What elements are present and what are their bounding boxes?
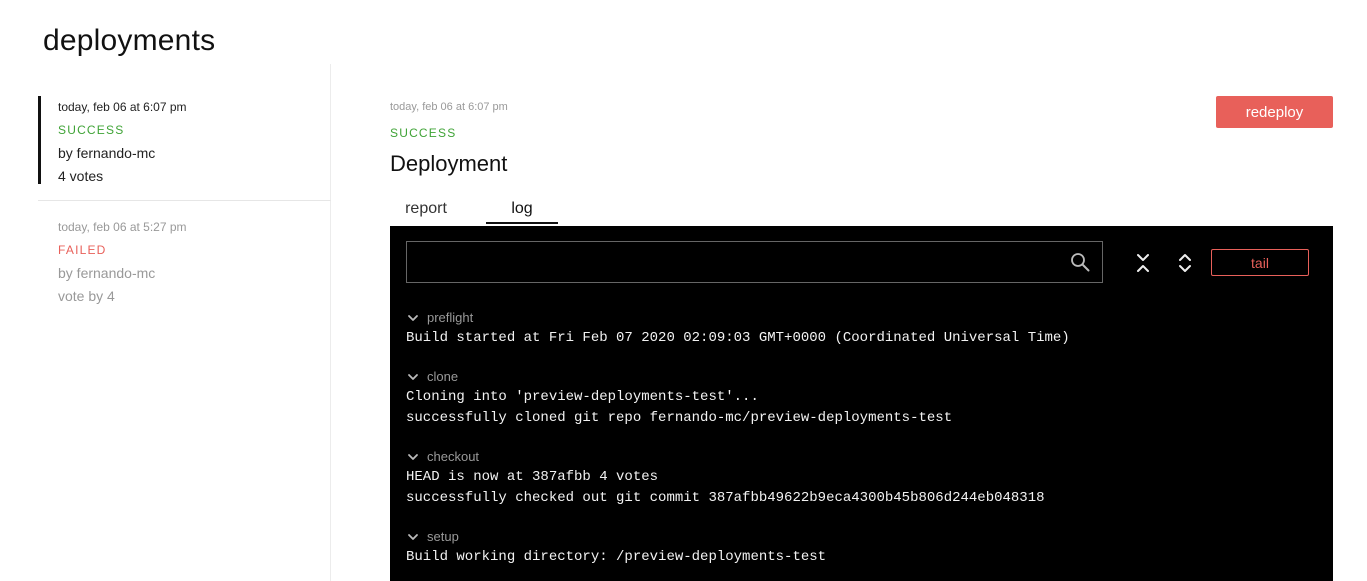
redeploy-button[interactable]: redeploy: [1216, 96, 1333, 128]
chevron-down-icon: [408, 315, 418, 321]
deployment-list-item[interactable]: today, feb 06 at 6:07 pm SUCCESS by fern…: [38, 96, 331, 184]
log-section-checkout: checkout HEAD is now at 387afbb 4 votes …: [406, 447, 1045, 509]
deployment-status: SUCCESS: [58, 123, 125, 137]
log-search-box: [406, 241, 1103, 283]
log-section-setup: setup Build working directory: /preview-…: [406, 527, 826, 568]
log-line: successfully checked out git commit 387a…: [406, 490, 1045, 506]
log-console: tail preflight Build started at Fri Feb …: [390, 226, 1333, 581]
deployment-author: by fernando-mc: [58, 145, 156, 161]
deployment-time: today, feb 06 at 5:27 pm: [58, 220, 187, 234]
deployment-time: today, feb 06 at 6:07 pm: [58, 100, 187, 114]
deployment-status: FAILED: [58, 243, 107, 257]
log-line: HEAD is now at 387afbb 4 votes: [406, 469, 659, 485]
log-line: Build started at Fri Feb 07 2020 02:09:0…: [406, 330, 1070, 346]
log-section-title: checkout: [427, 449, 480, 464]
log-search-input[interactable]: [407, 242, 1057, 282]
tail-button[interactable]: tail: [1211, 249, 1309, 276]
log-line: successfully cloned git repo fernando-mc…: [406, 410, 953, 426]
chevron-down-icon: [408, 374, 418, 380]
expand-all-icon[interactable]: [1175, 252, 1195, 274]
deployment-votes: vote by 4: [58, 288, 115, 304]
chevron-down-icon: [408, 454, 418, 460]
log-line: Cloning into 'preview-deployments-test'.…: [406, 389, 759, 405]
tab-report[interactable]: report: [390, 198, 462, 224]
deployment-votes: 4 votes: [58, 168, 104, 184]
deployment-list-item[interactable]: today, feb 06 at 5:27 pm FAILED by ferna…: [38, 216, 331, 316]
log-section-toggle[interactable]: checkout: [406, 447, 1045, 467]
search-icon[interactable]: [1070, 252, 1090, 272]
deployment-author: by fernando-mc: [58, 265, 156, 281]
log-section-toggle[interactable]: setup: [406, 527, 826, 547]
deployment-heading: Deployment: [390, 151, 508, 176]
deployments-sidebar: today, feb 06 at 6:07 pm SUCCESS by fern…: [38, 64, 331, 581]
chevron-down-icon: [408, 534, 418, 540]
log-section-title: setup: [427, 529, 459, 544]
tab-log[interactable]: log: [486, 198, 558, 224]
list-divider: [38, 200, 331, 201]
log-section-title: preflight: [427, 310, 474, 325]
deployment-detail-status: SUCCESS: [390, 126, 457, 140]
deployment-detail-time: today, feb 06 at 6:07 pm: [390, 101, 508, 113]
log-section-clone: clone Cloning into 'preview-deployments-…: [406, 367, 952, 429]
collapse-all-icon[interactable]: [1133, 252, 1153, 274]
log-section-toggle[interactable]: clone: [406, 367, 952, 387]
log-section-preflight: preflight Build started at Fri Feb 07 20…: [406, 308, 1070, 349]
log-section-title: clone: [427, 369, 459, 384]
log-section-toggle[interactable]: preflight: [406, 308, 1070, 328]
deployment-detail: today, feb 06 at 6:07 pm SUCCESS Deploym…: [390, 96, 1333, 178]
page-title: deployments: [43, 24, 216, 57]
log-line: Build working directory: /preview-deploy…: [406, 549, 827, 565]
